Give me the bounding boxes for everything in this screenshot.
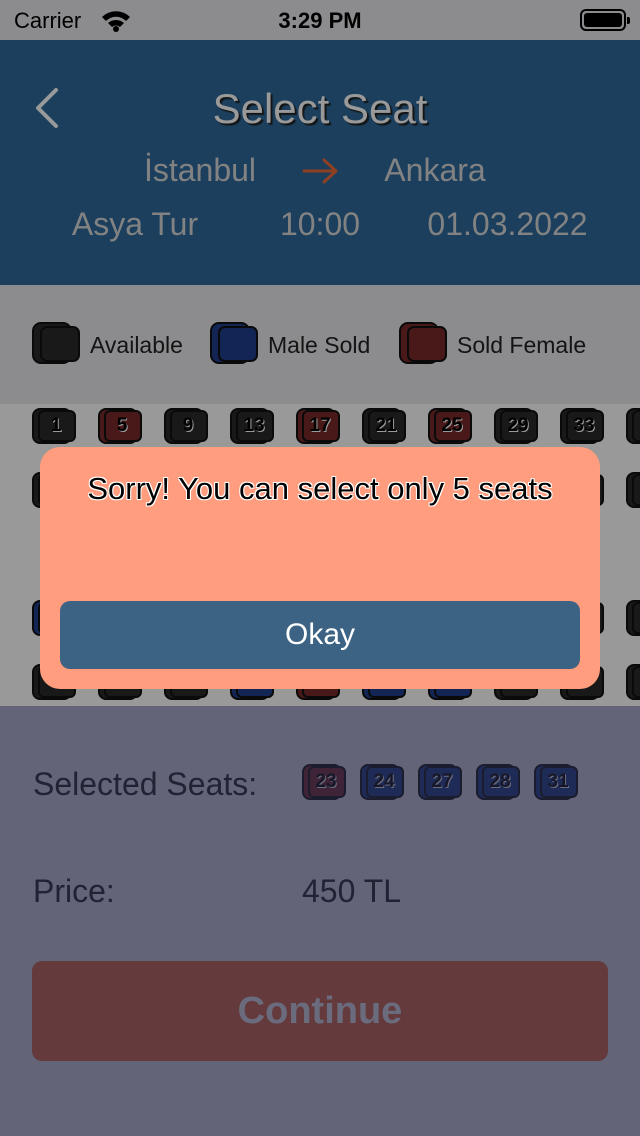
okay-button[interactable]: Okay: [60, 601, 580, 669]
modal-overlay-tint: [0, 706, 640, 1136]
alert-message: Sorry! You can select only 5 seats: [87, 471, 553, 506]
seat-limit-alert: Sorry! You can select only 5 seats Okay: [40, 447, 600, 689]
